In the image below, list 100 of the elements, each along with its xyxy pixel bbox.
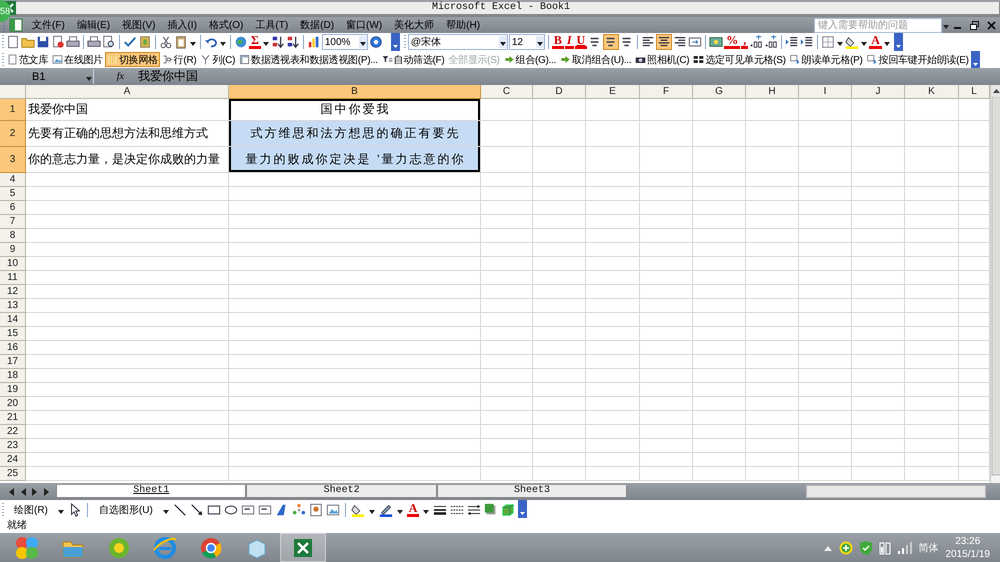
column-header[interactable]: L: [959, 85, 990, 100]
shield-icon[interactable]: [860, 540, 872, 555]
menu-item[interactable]: 美化大师: [388, 17, 440, 33]
fill-color-icon[interactable]: [845, 35, 860, 50]
signal-icon[interactable]: [898, 542, 912, 554]
column-header[interactable]: G: [693, 85, 746, 100]
line-color-icon[interactable]: [378, 502, 393, 517]
globe-icon[interactable]: [234, 35, 248, 50]
scrollbar-thumb[interactable]: [991, 97, 1000, 478]
column-header[interactable]: D: [533, 85, 586, 100]
menu-item[interactable]: 编辑(E): [70, 17, 116, 33]
diagram-icon[interactable]: [292, 502, 306, 517]
help-search-field[interactable]: 键入需要帮助的问题: [814, 18, 942, 32]
column-header[interactable]: J: [852, 85, 905, 100]
row-header[interactable]: 8: [0, 229, 26, 244]
plus-circle-icon[interactable]: [838, 540, 852, 555]
row-header[interactable]: 11: [0, 271, 26, 286]
row-header[interactable]: 10: [0, 257, 26, 272]
toolbar-button[interactable]: 按回车键开始朗读(E): [864, 52, 971, 68]
toolbar-button[interactable]: 范文库: [5, 52, 50, 68]
font-color-button[interactable]: A: [869, 35, 882, 50]
new-page-icon[interactable]: [6, 35, 20, 50]
column-header[interactable]: H: [746, 85, 799, 100]
row-header[interactable]: 24: [0, 453, 26, 468]
column-header[interactable]: A: [26, 85, 229, 100]
workbook-icon[interactable]: [9, 18, 23, 32]
folder-icon[interactable]: [21, 35, 35, 50]
3d-icon[interactable]: [501, 502, 516, 517]
toolbar-options-icon[interactable]: [970, 51, 980, 68]
sum-button[interactable]: Σ: [249, 35, 261, 50]
decrease-decimal-icon[interactable]: [764, 35, 778, 50]
row-header[interactable]: 21: [0, 411, 26, 426]
row-header[interactable]: 5: [0, 187, 26, 202]
column-header[interactable]: F: [640, 85, 693, 100]
underline-button[interactable]: U: [574, 35, 588, 50]
dropdown-caret-icon[interactable]: [498, 36, 507, 48]
column-header[interactable]: E: [586, 85, 640, 100]
toolbar-button[interactable]: 行(R): [160, 52, 198, 68]
italic-button[interactable]: I: [564, 35, 574, 50]
currency-icon[interactable]: [709, 35, 724, 50]
borders-icon[interactable]: [821, 35, 836, 50]
column-header[interactable]: K: [905, 85, 959, 100]
name-box[interactable]: B1: [2, 69, 94, 84]
font-name-combo[interactable]: @宋体: [408, 34, 508, 50]
font-color-button[interactable]: A: [406, 502, 420, 517]
sheet-tab[interactable]: Sheet2: [246, 485, 437, 498]
menu-item[interactable]: 数据(D): [294, 17, 340, 33]
printer-icon[interactable]: [87, 35, 101, 50]
menu-item[interactable]: 插入(I): [161, 17, 203, 33]
row-header[interactable]: 14: [0, 313, 26, 328]
zoom-combo[interactable]: 100%: [322, 34, 368, 50]
toolbar-options-icon[interactable]: [390, 33, 400, 52]
scroll-up-icon[interactable]: [991, 85, 1000, 98]
row-header[interactable]: 2: [0, 121, 26, 148]
row-header[interactable]: 15: [0, 327, 26, 342]
menu-item[interactable]: 工具(T): [249, 17, 294, 33]
spelling-check-icon[interactable]: [123, 35, 137, 50]
row-header[interactable]: 13: [0, 299, 26, 314]
row-header[interactable]: 4: [0, 173, 26, 188]
sheet-tab[interactable]: Sheet1: [56, 485, 246, 498]
column-header[interactable]: I: [799, 85, 852, 100]
sort-ascending-icon[interactable]: [270, 35, 285, 50]
insert-function-button[interactable]: fx: [102, 71, 132, 82]
sheet-tab[interactable]: Sheet3: [436, 485, 628, 498]
toolbar-button[interactable]: 照相机(C): [633, 52, 692, 68]
menu-item[interactable]: 帮助(H): [440, 17, 486, 33]
merge-center-icon[interactable]: [688, 35, 702, 50]
toolbar-options-icon[interactable]: [518, 500, 528, 520]
arrow-icon[interactable]: [190, 502, 204, 517]
show-hidden-icons-icon[interactable]: [824, 544, 832, 551]
picture-icon[interactable]: [326, 502, 340, 517]
row-header[interactable]: 3: [0, 147, 26, 174]
menu-item[interactable]: 格式(O): [202, 17, 250, 33]
menu-item[interactable]: 窗口(W): [340, 17, 388, 33]
sort-descending-icon[interactable]: [286, 35, 300, 50]
print-preview-icon[interactable]: [102, 35, 116, 50]
row-header[interactable]: 12: [0, 285, 26, 300]
scissors-icon[interactable]: [159, 35, 173, 50]
toolbar-button[interactable]: 取消组合(U)...: [558, 52, 634, 68]
font-size-combo[interactable]: 12: [508, 34, 545, 50]
row-header[interactable]: 18: [0, 369, 26, 384]
dropdown-caret-icon[interactable]: [536, 36, 544, 48]
arrow-style-icon[interactable]: [467, 502, 482, 517]
row-header[interactable]: 17: [0, 355, 26, 370]
row-header[interactable]: 20: [0, 397, 26, 412]
menu-item[interactable]: 视图(V): [116, 17, 162, 33]
chrome-like-icon[interactable]: [199, 536, 223, 560]
bold-button[interactable]: B: [552, 35, 564, 50]
chart-icon[interactable]: [306, 35, 321, 50]
fill-color-icon[interactable]: [350, 502, 365, 517]
page-icon[interactable]: [51, 35, 65, 50]
dropdown-caret-icon[interactable]: [358, 36, 367, 48]
battery-icon[interactable]: [878, 540, 890, 555]
row-header[interactable]: 25: [0, 467, 26, 482]
restore-icon[interactable]: [970, 20, 979, 30]
book-icon[interactable]: [138, 35, 152, 50]
text-box-icon[interactable]: [258, 502, 272, 517]
row-header[interactable]: 19: [0, 383, 26, 398]
comma-button[interactable]: ,: [741, 35, 748, 50]
toolbar-button[interactable]: 选定可见单元格(S): [691, 52, 788, 68]
